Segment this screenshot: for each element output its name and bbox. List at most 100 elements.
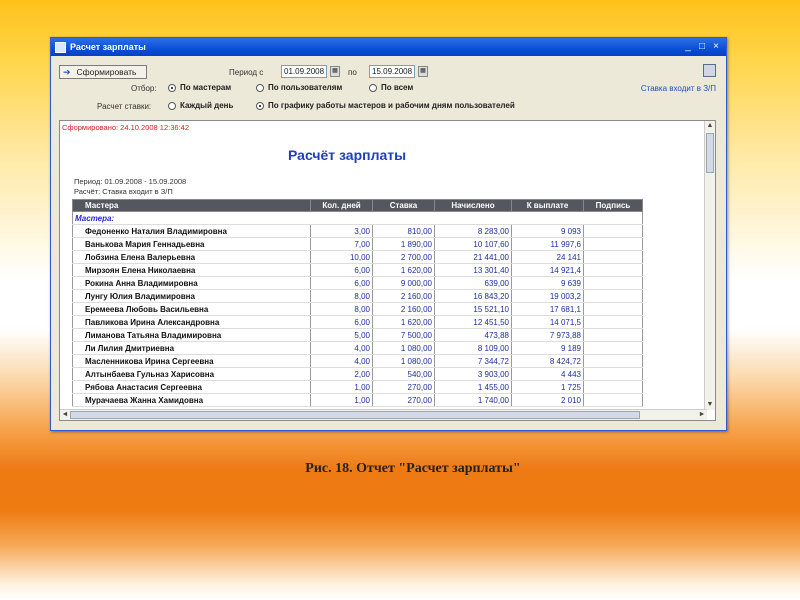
signature-cell	[583, 367, 643, 381]
group-row: Мастера:	[72, 211, 643, 225]
days-cell: 6,00	[310, 263, 373, 277]
days-cell: 10,00	[310, 250, 373, 264]
rate-cell: 1 620,00	[372, 263, 435, 277]
rate-cell: 9 000,00	[372, 276, 435, 290]
accrued-cell: 473,88	[434, 328, 512, 342]
column-header: Кол. дней	[310, 199, 373, 212]
signature-cell	[583, 354, 643, 368]
days-cell: 6,00	[310, 276, 373, 290]
form-report-button[interactable]: ➔ Сформировать	[59, 65, 147, 79]
days-cell: 3,00	[310, 224, 373, 238]
accrued-cell: 13 301,40	[434, 263, 512, 277]
payout-cell: 19 003,2	[511, 289, 584, 303]
signature-cell	[583, 393, 643, 407]
minimize-icon[interactable]: _	[682, 41, 694, 53]
report-window: Расчет зарплаты _ □ × ➔ Сформировать Пер…	[50, 37, 727, 431]
days-cell: 5,00	[310, 328, 373, 342]
calendar-icon[interactable]: ▦	[330, 66, 340, 77]
calendar-icon[interactable]: ▦	[418, 66, 428, 77]
rate-cell: 1 890,00	[372, 237, 435, 251]
app-icon	[55, 41, 66, 53]
rate-by-schedule-radio[interactable]: По графику работы мастеров и рабочим дня…	[256, 101, 515, 110]
table-row: Павликова Ирина Александровна 6,00 1 620,0…	[72, 315, 643, 329]
rate-every-day-radio[interactable]: Каждый день	[168, 101, 233, 110]
table-row: Лунгу Юлия Владимировна 8,00 2 160,00 16 84…	[72, 289, 643, 303]
master-name-cell: Ли Лилия Дмитриевна	[72, 341, 311, 355]
payout-cell: 14 071,5	[511, 315, 584, 329]
maximize-icon[interactable]: □	[696, 41, 708, 53]
payout-cell: 4 443	[511, 367, 584, 381]
period-to-label: по	[348, 68, 357, 77]
days-cell: 8,00	[310, 289, 373, 303]
rate-cell: 7 500,00	[372, 328, 435, 342]
column-header: Мастера	[72, 199, 311, 212]
horizontal-scrollbar[interactable]: ◄ ►	[60, 409, 707, 420]
filter-all-radio[interactable]: По всем	[369, 83, 413, 92]
filter-option-label: По всем	[381, 83, 414, 92]
rate-label: Расчет ставки:	[97, 102, 152, 111]
table-row: Масленникова Ирина Сергеевна 4,00 1 080,00…	[72, 354, 643, 368]
scroll-right-icon[interactable]: ►	[697, 410, 707, 420]
master-name-cell: Лиманова Татьяна Владимировна	[72, 328, 311, 342]
accrued-cell: 8 109,00	[434, 341, 512, 355]
column-header: Ставка	[372, 199, 435, 212]
period-to-field[interactable]: 15.09.2008	[369, 65, 415, 78]
payout-cell: 8 424,72	[511, 354, 584, 368]
toolbar: ➔ Сформировать Период с 01.09.2008 ▦ по …	[51, 56, 726, 118]
column-header: К выплате	[511, 199, 584, 212]
filter-by-masters-radio[interactable]: По мастерам	[168, 83, 231, 92]
rate-cell: 540,00	[372, 367, 435, 381]
formed-timestamp: Сформировано: 24.10.2008 12:36:42	[62, 123, 189, 132]
rate-cell: 1 080,00	[372, 341, 435, 355]
scroll-up-icon[interactable]: ▲	[705, 121, 715, 131]
rate-included-link[interactable]: Ставка входит в З/П	[641, 84, 716, 93]
table-row: Ли Лилия Дмитриевна 4,00 1 080,00 8 109,00 9…	[72, 341, 643, 355]
rate-cell: 270,00	[372, 393, 435, 407]
accrued-cell: 7 344,72	[434, 354, 512, 368]
signature-cell	[583, 263, 643, 277]
filter-option-label: По пользователям	[268, 83, 343, 92]
signature-cell	[583, 276, 643, 290]
scroll-left-icon[interactable]: ◄	[60, 410, 70, 420]
scroll-thumb[interactable]	[706, 133, 714, 173]
filter-option-label: По мастерам	[180, 83, 232, 92]
days-cell: 4,00	[310, 341, 373, 355]
rate-cell: 1 080,00	[372, 354, 435, 368]
vertical-scrollbar[interactable]: ▲ ▼	[704, 121, 715, 410]
radio-dot	[369, 83, 377, 92]
table-row: Лиманова Татьяна Владимировна 5,00 7 500,0…	[72, 328, 643, 342]
days-cell: 1,00	[310, 380, 373, 394]
table-row: Лобзина Елена Валерьевна 10,00 2 700,00 21 …	[72, 250, 643, 264]
radio-dot	[256, 101, 264, 110]
rate-cell: 1 620,00	[372, 315, 435, 329]
table-row: Мирзоян Елена Николаевна 6,00 1 620,00 13 3…	[72, 263, 643, 277]
signature-cell	[583, 302, 643, 316]
accrued-cell: 1 740,00	[434, 393, 512, 407]
scroll-thumb[interactable]	[70, 411, 640, 419]
report-area[interactable]: Сформировано: 24.10.2008 12:36:42 Расчёт…	[59, 120, 716, 421]
table-row: Еремеева Любовь Васильевна 8,00 2 160,00 15…	[72, 302, 643, 316]
filter-by-users-radio[interactable]: По пользователям	[256, 83, 342, 92]
table-row: Рябова Анастасия Сергеевна 1,00 270,00 1 45…	[72, 380, 643, 394]
filter-label: Отбор:	[131, 84, 157, 93]
master-name-cell: Лобзина Елена Валерьевна	[72, 250, 311, 264]
master-name-cell: Рокина Анна Владимировна	[72, 276, 311, 290]
signature-cell	[583, 315, 643, 329]
payout-cell: 9 639	[511, 276, 584, 290]
period-from-field[interactable]: 01.09.2008	[281, 65, 327, 78]
title-bar[interactable]: Расчет зарплаты _ □ ×	[51, 38, 726, 56]
form-report-label: Сформировать	[76, 67, 137, 77]
days-cell: 1,00	[310, 393, 373, 407]
close-icon[interactable]: ×	[710, 41, 722, 53]
report-period: Период: 01.09.2008 - 15.09.2008	[74, 177, 187, 186]
rate-cell: 810,00	[372, 224, 435, 238]
accrued-cell: 12 451,50	[434, 315, 512, 329]
table-row: Рокина Анна Владимировна 6,00 9 000,00 639,…	[72, 276, 643, 290]
group-label: Мастера:	[72, 211, 643, 225]
column-header: Подпись	[583, 199, 643, 212]
radio-dot	[256, 83, 264, 92]
master-name-cell: Ванькова Мария Геннадьевна	[72, 237, 311, 251]
save-icon[interactable]	[703, 64, 716, 77]
period-from-label: Период с	[229, 68, 264, 77]
accrued-cell: 10 107,60	[434, 237, 512, 251]
